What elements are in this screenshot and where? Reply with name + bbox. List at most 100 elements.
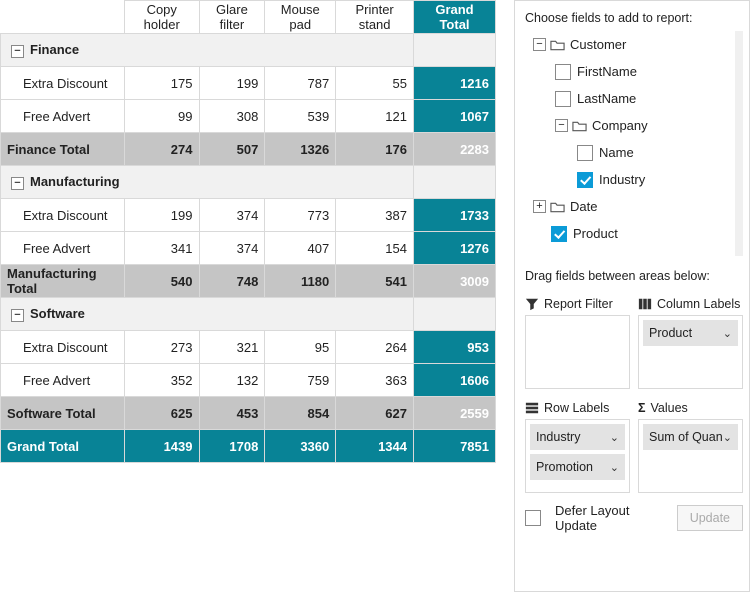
chip-label: Product [649,326,692,340]
cell: 854 [265,397,336,430]
pivot-table: Copy holder Glare filter Mouse pad Print… [0,0,496,592]
cell: 540 [125,265,200,298]
field-tree: − Customer FirstName LastName − Company … [525,31,743,261]
chevron-down-icon[interactable]: ⌄ [610,461,619,474]
cell: 539 [265,100,336,133]
subtotal-row: Manufacturing Total54074811805413009 [1,265,496,298]
tree-label: Product [573,226,618,241]
chevron-down-icon[interactable]: ⌄ [723,431,732,444]
collapse-icon[interactable]: − [11,177,24,190]
chevron-down-icon[interactable]: ⌄ [610,431,619,444]
row-label[interactable]: Extra Discount [1,199,125,232]
row-label[interactable]: Extra Discount [1,331,125,364]
collapse-icon[interactable]: − [533,38,546,51]
cell: 95 [265,331,336,364]
col-header[interactable]: Glare filter [199,1,265,34]
group-row[interactable]: −Software [1,298,496,331]
cell: 154 [336,232,414,265]
defer-checkbox[interactable] [525,510,541,526]
subtotal-total: 2559 [414,397,496,430]
tree-node-customer[interactable]: − Customer [525,31,743,58]
cell: 274 [125,133,200,166]
tree-node-lastname[interactable]: LastName [525,85,743,112]
subtotal-total: 3009 [414,265,496,298]
cell: 341 [125,232,200,265]
chip-label: Sum of Quan [649,430,723,444]
area-title-rows: Row Labels [525,397,630,419]
sigma-icon: Σ [638,401,646,415]
cell: 407 [265,232,336,265]
row-total: 1276 [414,232,496,265]
subtotal-row: Finance Total27450713261762283 [1,133,496,166]
tree-node-name[interactable]: Name [525,139,743,166]
cell: 99 [125,100,200,133]
folder-icon [572,120,587,132]
cell: 1439 [125,430,200,463]
field-chip-promotion[interactable]: Promotion ⌄ [530,454,625,480]
subtotal-label: Manufacturing Total [1,265,125,298]
tree-label: Date [570,199,597,214]
cell: 453 [199,397,265,430]
rows-icon [525,401,539,415]
collapse-icon[interactable]: − [11,309,24,322]
col-header[interactable]: Copy holder [125,1,200,34]
row-label[interactable]: Free Advert [1,232,125,265]
defer-label: Defer Layout Update [555,503,669,533]
subtotal-total: 2283 [414,133,496,166]
scrollbar[interactable] [735,31,743,256]
checkbox-checked[interactable] [551,226,567,242]
collapse-icon[interactable]: − [11,45,24,58]
chevron-down-icon[interactable]: ⌄ [723,327,732,340]
grand-total-row: Grand Total14391708336013447851 [1,430,496,463]
field-chip-sumqty[interactable]: Sum of Quan ⌄ [643,424,738,450]
cell: 175 [125,67,200,100]
columns-drop-area[interactable]: Product ⌄ [638,315,743,389]
panel-footer: Defer Layout Update Update [525,503,743,533]
group-row[interactable]: −Finance [1,34,496,67]
update-button[interactable]: Update [677,505,743,531]
checkbox-checked[interactable] [577,172,593,188]
collapse-icon[interactable]: − [555,119,568,132]
grand-total: 7851 [414,430,496,463]
col-header[interactable]: Mouse pad [265,1,336,34]
field-chip-product[interactable]: Product ⌄ [643,320,738,346]
cell: 759 [265,364,336,397]
pivot-grid: Copy holder Glare filter Mouse pad Print… [0,0,496,463]
checkbox[interactable] [555,91,571,107]
tree-node-date[interactable]: + Date [525,193,743,220]
folder-icon [550,201,565,213]
cell: 199 [125,199,200,232]
tree-node-industry[interactable]: Industry [525,166,743,193]
cell: 3360 [265,430,336,463]
cell: 787 [265,67,336,100]
cell: 748 [199,265,265,298]
area-label: Column Labels [657,297,740,311]
cell: 1326 [265,133,336,166]
rows-drop-area[interactable]: Industry ⌄ Promotion ⌄ [525,419,630,493]
data-row: Free Advert993085391211067 [1,100,496,133]
cell: 363 [336,364,414,397]
tree-node-firstname[interactable]: FirstName [525,58,743,85]
row-label[interactable]: Free Advert [1,100,125,133]
cell: 264 [336,331,414,364]
checkbox[interactable] [555,64,571,80]
tree-node-company[interactable]: − Company [525,112,743,139]
tree-node-product[interactable]: Product [525,220,743,247]
field-list-panel: Choose fields to add to report: − Custom… [514,0,750,592]
field-chip-industry[interactable]: Industry ⌄ [530,424,625,450]
row-total: 1216 [414,67,496,100]
checkbox[interactable] [577,145,593,161]
filter-drop-area[interactable] [525,315,630,389]
columns-icon [638,297,652,311]
cell: 199 [199,67,265,100]
row-total: 1606 [414,364,496,397]
expand-icon[interactable]: + [533,200,546,213]
group-row[interactable]: −Manufacturing [1,166,496,199]
drag-fields-label: Drag fields between areas below: [525,269,743,283]
values-drop-area[interactable]: Sum of Quan ⌄ [638,419,743,493]
data-row: Free Advert3413744071541276 [1,232,496,265]
cell: 541 [336,265,414,298]
row-label[interactable]: Free Advert [1,364,125,397]
row-label[interactable]: Extra Discount [1,67,125,100]
col-header[interactable]: Printer stand [336,1,414,34]
